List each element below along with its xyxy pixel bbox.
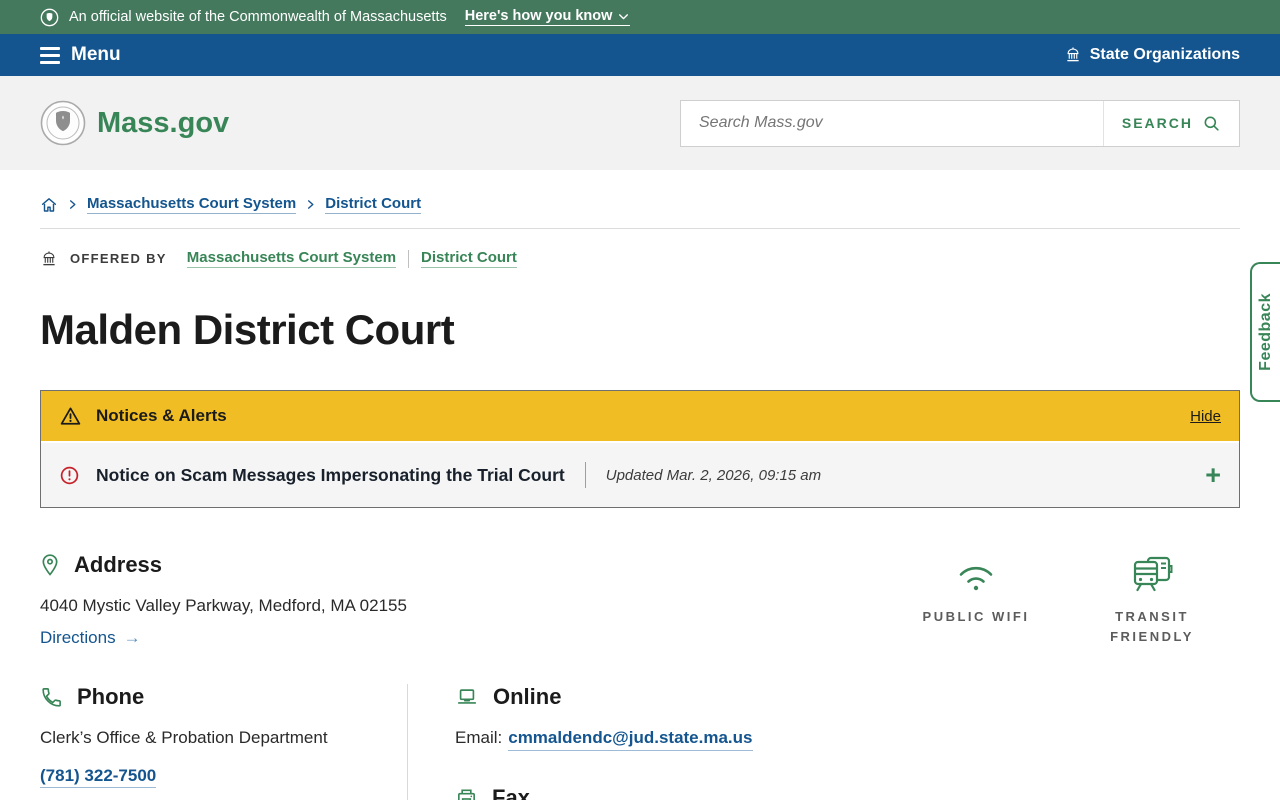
expand-plus-icon[interactable]: + <box>1205 462 1221 489</box>
hide-link[interactable]: Hide <box>1190 408 1221 425</box>
contact-section: Phone Clerk’s Office & Probation Departm… <box>40 684 1240 800</box>
massgov-logo[interactable]: Mass.gov <box>40 100 229 146</box>
official-banner: An official website of the Commonwealth … <box>0 0 1280 34</box>
site-header: Mass.gov SEARCH <box>0 76 1280 170</box>
alerts-header: Notices & Alerts Hide <box>41 391 1239 441</box>
phone-department: Clerk’s Office & Probation Department <box>40 728 407 748</box>
notice-updated: Updated Mar. 2, 2026, 09:15 am <box>606 467 821 484</box>
massgov-seal-icon <box>40 100 86 146</box>
online-fax-column: Online Email: cmmaldendc@jud.state.ma.us <box>408 684 753 800</box>
feature-label: TRANSIT FRIENDLY <box>1092 607 1212 647</box>
chevron-down-icon <box>617 10 630 23</box>
fax-section: Fax Clerk’s Office (781) 322-0169 <box>455 785 753 800</box>
notice-title[interactable]: Notice on Scam Messages Impersonating th… <box>96 465 565 486</box>
heres-how-you-know-link[interactable]: Here's how you know <box>465 8 631 26</box>
chevron-right-icon <box>67 199 78 210</box>
breadcrumb-district-court[interactable]: District Court <box>325 195 421 214</box>
hamburger-icon <box>40 47 60 64</box>
wifi-icon <box>953 558 999 592</box>
directions-link[interactable]: Directions → <box>40 628 141 648</box>
feature-public-wifi: PUBLIC WIFI <box>916 558 1036 648</box>
address-row: Address 4040 Mystic Valley Parkway, Medf… <box>40 552 1240 648</box>
location-pin-icon <box>40 553 60 577</box>
search-button[interactable]: SEARCH <box>1103 101 1239 146</box>
offered-by-separator <box>408 250 409 268</box>
banner-text: An official website of the Commonwealth … <box>69 9 447 25</box>
offered-by-label: OFFERED BY <box>70 251 167 266</box>
feature-transit-friendly: TRANSIT FRIENDLY <box>1092 558 1212 648</box>
address-line: 4040 Mystic Valley Parkway, Medford, MA … <box>40 596 600 616</box>
page-title: Malden District Court <box>40 306 1240 354</box>
notices-alerts: Notices & Alerts Hide Notice on Scam Mes… <box>40 390 1240 508</box>
breadcrumb-court-system[interactable]: Massachusetts Court System <box>87 195 296 214</box>
alerts-title: Notices & Alerts <box>96 406 227 426</box>
main-nav: Menu State Organizations <box>0 34 1280 76</box>
address-heading: Address <box>74 552 162 578</box>
arrow-right-icon: → <box>124 628 141 648</box>
chevron-right-icon <box>305 199 316 210</box>
search-form: SEARCH <box>680 100 1240 147</box>
fax-heading: Fax <box>492 785 530 800</box>
email-link[interactable]: cmmaldendc@jud.state.ma.us <box>508 728 752 751</box>
fax-printer-icon <box>455 787 478 800</box>
capitol-icon <box>40 250 58 268</box>
phone-icon <box>40 686 63 709</box>
online-heading: Online <box>493 684 561 710</box>
phone-number-link[interactable]: (781) 322-7500 <box>40 766 156 788</box>
massgov-wordmark: Mass.gov <box>97 107 229 140</box>
capitol-icon <box>1064 46 1082 64</box>
state-seal-icon <box>40 8 59 27</box>
offered-by-court-system-link[interactable]: Massachusetts Court System <box>187 249 396 268</box>
breadcrumb-divider <box>40 228 1240 229</box>
search-icon <box>1202 114 1221 133</box>
menu-button[interactable]: Menu <box>40 44 121 66</box>
email-label: Email: <box>455 728 502 748</box>
state-organizations-link[interactable]: State Organizations <box>1064 46 1240 64</box>
phone-section: Phone Clerk’s Office & Probation Departm… <box>40 684 408 800</box>
feedback-tab[interactable]: Feedback <box>1250 262 1280 402</box>
facility-features: PUBLIC WIFI TRANSIT FRIENDLY <box>916 552 1240 648</box>
offered-by: OFFERED BY Massachusetts Court System Di… <box>40 249 1240 268</box>
home-icon <box>40 196 58 214</box>
address-section: Address 4040 Mystic Valley Parkway, Medf… <box>40 552 600 648</box>
offered-by-district-court-link[interactable]: District Court <box>421 249 517 268</box>
phone-heading: Phone <box>77 684 144 710</box>
breadcrumb: Massachusetts Court System District Cour… <box>40 195 1240 214</box>
feature-label: PUBLIC WIFI <box>923 607 1030 627</box>
transit-icon <box>1131 558 1173 592</box>
alert-notice-row[interactable]: Notice on Scam Messages Impersonating th… <box>41 441 1239 507</box>
notice-separator <box>585 462 586 488</box>
laptop-icon <box>455 686 479 708</box>
online-section: Online Email: cmmaldendc@jud.state.ma.us <box>455 684 753 751</box>
search-input[interactable] <box>681 101 1103 146</box>
warning-triangle-icon <box>59 405 82 428</box>
alert-circle-icon <box>59 465 80 486</box>
breadcrumb-home-link[interactable] <box>40 196 58 214</box>
